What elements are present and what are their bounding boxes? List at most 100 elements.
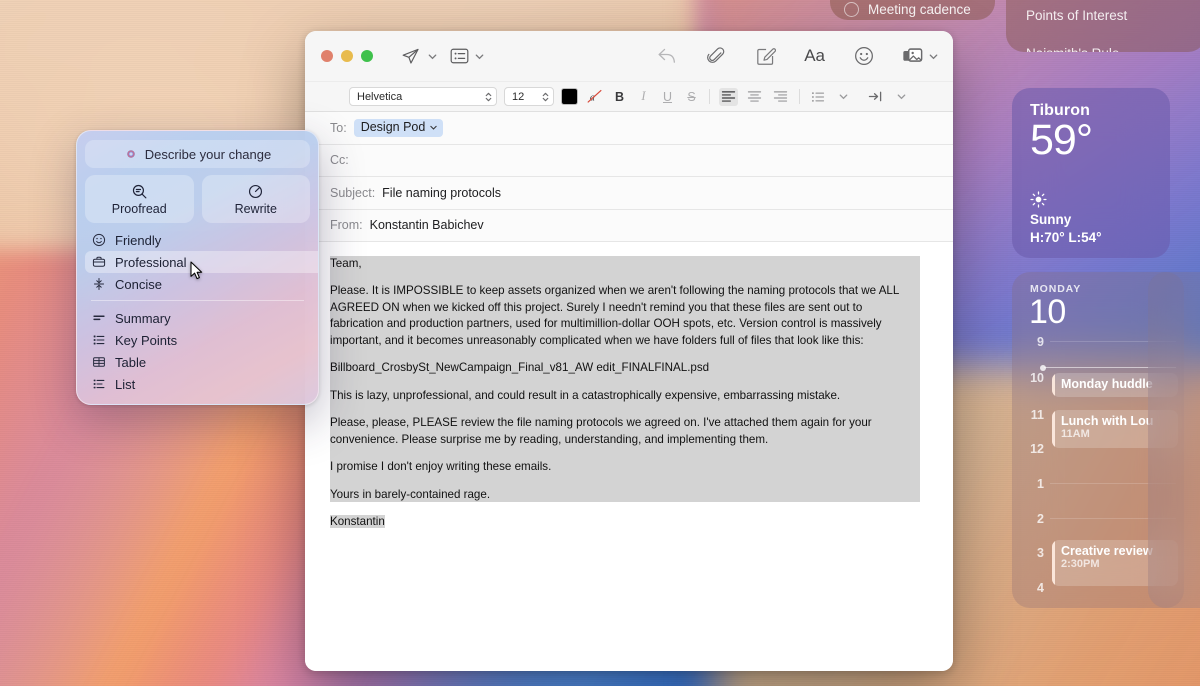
calendar-hour-label: 9 — [1022, 335, 1044, 349]
align-center-button[interactable] — [745, 88, 764, 106]
zoom-button[interactable] — [361, 50, 373, 62]
calendar-hour-label: 3 — [1022, 546, 1044, 560]
notes-widget[interactable]: Points of Interest Naismith's Rule — [1006, 0, 1200, 52]
body-paragraph-1: Please. It is IMPOSSIBLE to keep assets … — [330, 283, 920, 349]
note-line-2: Naismith's Rule — [1006, 23, 1200, 52]
summary-icon — [91, 311, 106, 326]
highlight-button[interactable]: a — [585, 88, 604, 105]
writing-tools-label: Summary — [115, 311, 171, 326]
rewrite-icon — [247, 183, 264, 200]
calendar-hour-label: 11 — [1022, 408, 1044, 422]
align-left-button[interactable] — [719, 88, 738, 106]
writing-tools-item-summary[interactable]: Summary — [85, 307, 310, 329]
weather-temperature: 59° — [1030, 118, 1154, 163]
lists-options-button[interactable] — [834, 88, 851, 106]
bold-label: B — [615, 90, 624, 104]
body-signoff: Yours in barely-contained rage. — [330, 487, 920, 503]
message-body-area[interactable]: Team, Please. It is IMPOSSIBLE to keep a… — [305, 242, 953, 671]
format-toolbar: Helvetica 12 a B I U S — [305, 81, 953, 112]
align-right-button[interactable] — [771, 88, 790, 106]
reminder-label: Meeting cadence — [868, 2, 971, 17]
calendar-hour-label: 10 — [1022, 371, 1044, 385]
close-button[interactable] — [321, 50, 333, 62]
font-family-value: Helvetica — [357, 91, 484, 103]
reminder-checkbox-icon[interactable] — [844, 2, 859, 17]
reminder-item[interactable]: Meeting cadence — [830, 0, 995, 17]
calendar-hour-label: 2 — [1022, 512, 1044, 526]
from-value: Konstantin Babichev — [370, 218, 484, 232]
reply-button[interactable] — [657, 47, 677, 65]
indent-options-button[interactable] — [892, 88, 909, 106]
indent-button[interactable] — [866, 88, 885, 106]
emoji-button[interactable] — [854, 46, 874, 66]
calendar-timeline: 7 8 9 10 11 12 1 2 — [1148, 314, 1200, 594]
chevron-down-icon — [838, 91, 849, 102]
bold-button[interactable]: B — [611, 88, 628, 106]
describe-your-change-field[interactable]: Describe your change — [85, 140, 310, 168]
paper-plane-icon — [401, 47, 420, 66]
indent-icon — [868, 90, 883, 103]
message-body-text[interactable]: Team, Please. It is IMPOSSIBLE to keep a… — [305, 256, 953, 530]
rewrite-button[interactable]: Rewrite — [202, 175, 311, 223]
writing-tools-label: Friendly — [115, 233, 161, 248]
align-center-icon — [747, 90, 762, 103]
send-button[interactable] — [401, 47, 420, 66]
key-points-icon — [91, 333, 106, 348]
calendar-widget-right[interactable]: 7 8 9 10 11 12 1 2 — [1148, 272, 1200, 608]
writing-tools-item-friendly[interactable]: Friendly — [85, 229, 310, 251]
body-greeting: Team, — [330, 256, 920, 272]
stepper-icon — [484, 90, 493, 104]
writing-tools-item-list[interactable]: List — [85, 373, 310, 395]
calendar-hour-label: 4 — [1022, 581, 1044, 595]
mail-compose-window[interactable]: Aa Helvetica — [305, 31, 953, 671]
cc-label: Cc: — [330, 153, 349, 167]
body-paragraph-4: I promise I don't enjoy writing these em… — [330, 459, 920, 475]
send-options-button[interactable] — [422, 51, 438, 62]
window-titlebar: Aa — [305, 31, 953, 81]
chevron-down-icon — [928, 51, 939, 62]
writing-tools-item-table[interactable]: Table — [85, 351, 310, 373]
strikethrough-button[interactable]: S — [683, 88, 700, 106]
font-size-value: 12 — [512, 91, 541, 103]
from-field-row[interactable]: From: Konstantin Babichev — [305, 210, 953, 243]
body-filename: Billboard_CrosbySt_NewCampaign_Final_v81… — [330, 360, 920, 376]
font-family-select[interactable]: Helvetica — [349, 87, 497, 106]
recipient-token[interactable]: Design Pod — [354, 119, 444, 137]
header-fields-options-button[interactable] — [469, 51, 485, 62]
photos-button[interactable] — [902, 47, 923, 65]
writing-tools-label: List — [115, 377, 135, 392]
strikethrough-label: S — [687, 90, 695, 104]
reply-arrow-icon — [657, 47, 677, 65]
underline-label: U — [663, 90, 672, 104]
text-color-swatch[interactable] — [561, 88, 578, 105]
stepper-icon — [541, 90, 550, 104]
note-line-1: Points of Interest — [1006, 0, 1200, 23]
writing-tools-actions: Proofread Rewrite — [85, 175, 310, 223]
reminders-widget[interactable]: Meeting cadence — [830, 0, 995, 20]
subject-field-row[interactable]: Subject: File naming protocols — [305, 177, 953, 210]
photos-options-button[interactable] — [923, 51, 939, 62]
calendar-hour-label: 1 — [1022, 477, 1044, 491]
underline-button[interactable]: U — [659, 88, 676, 106]
list-icon — [91, 377, 106, 392]
paperclip-icon — [707, 47, 726, 66]
chevron-down-icon — [429, 123, 438, 132]
photos-icon — [902, 47, 923, 65]
chevron-down-icon — [896, 91, 907, 102]
header-fields-button[interactable] — [450, 48, 469, 64]
writing-tools-item-key-points[interactable]: Key Points — [85, 329, 310, 351]
cc-field-row[interactable]: Cc: — [305, 145, 953, 178]
popover-divider — [91, 300, 304, 301]
describe-your-change-label: Describe your change — [145, 147, 271, 162]
attach-button[interactable] — [707, 47, 726, 66]
weather-widget[interactable]: Tiburon 59° Sunny H:70° L:54° — [1012, 88, 1170, 258]
proofread-button[interactable]: Proofread — [85, 175, 194, 223]
font-size-select[interactable]: 12 — [504, 87, 554, 106]
sun-icon — [1030, 191, 1047, 208]
markup-button[interactable] — [756, 47, 776, 65]
lists-button[interactable] — [809, 88, 827, 106]
to-field-row[interactable]: To: Design Pod — [305, 112, 953, 145]
minimize-button[interactable] — [341, 50, 353, 62]
italic-button[interactable]: I — [635, 88, 652, 106]
format-button[interactable]: Aa — [804, 46, 825, 66]
